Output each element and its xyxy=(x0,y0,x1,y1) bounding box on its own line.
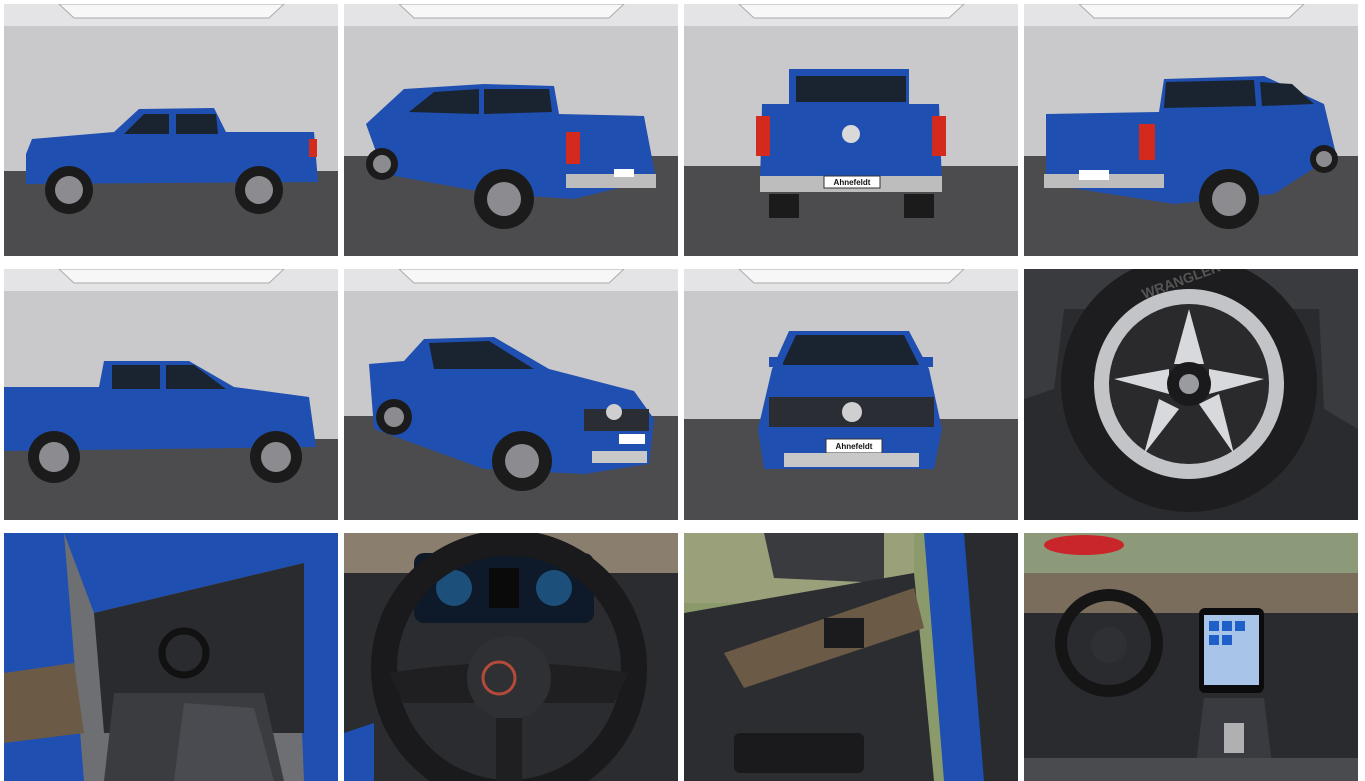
truck-rear-three-quarter-left-image xyxy=(344,4,678,256)
photo-rear[interactable]: Ahnefeldt xyxy=(684,4,1018,256)
photo-steering-wheel-dashboard[interactable] xyxy=(344,533,678,781)
photo-door-panel[interactable] xyxy=(684,533,1018,781)
truck-rear-three-quarter-right-image xyxy=(1024,4,1358,256)
photo-front-three-quarter-right[interactable] xyxy=(344,269,678,520)
photo-interior-door-open[interactable] xyxy=(4,533,338,781)
photo-wheel-closeup[interactable]: WRANGLER xyxy=(1024,269,1358,520)
svg-text:Ahnefeldt: Ahnefeldt xyxy=(836,442,873,451)
photo-side-right[interactable] xyxy=(4,269,338,520)
truck-front-image: Ahnefeldt xyxy=(684,269,1018,520)
steering-wheel-image xyxy=(344,533,678,781)
photo-interior-cockpit[interactable] xyxy=(1024,533,1358,781)
svg-text:Ahnefeldt: Ahnefeldt xyxy=(834,178,871,187)
photo-front[interactable]: Ahnefeldt xyxy=(684,269,1018,520)
truck-front-three-quarter-image xyxy=(344,269,678,520)
wheel-closeup-image: WRANGLER xyxy=(1024,269,1358,520)
truck-side-right-image xyxy=(4,269,338,520)
photo-rear-three-quarter-right[interactable] xyxy=(1024,4,1358,256)
truck-side-left-image xyxy=(4,4,338,256)
door-panel-image xyxy=(684,533,1018,781)
photo-side-left[interactable] xyxy=(4,4,338,256)
photo-gallery: Ahnefeldt Ahnefeldt WRANGLER xyxy=(0,0,1365,781)
interior-door-open-image xyxy=(4,533,338,781)
truck-rear-image: Ahnefeldt xyxy=(684,4,1018,256)
interior-cockpit-image xyxy=(1024,533,1358,781)
photo-rear-three-quarter-left[interactable] xyxy=(344,4,678,256)
